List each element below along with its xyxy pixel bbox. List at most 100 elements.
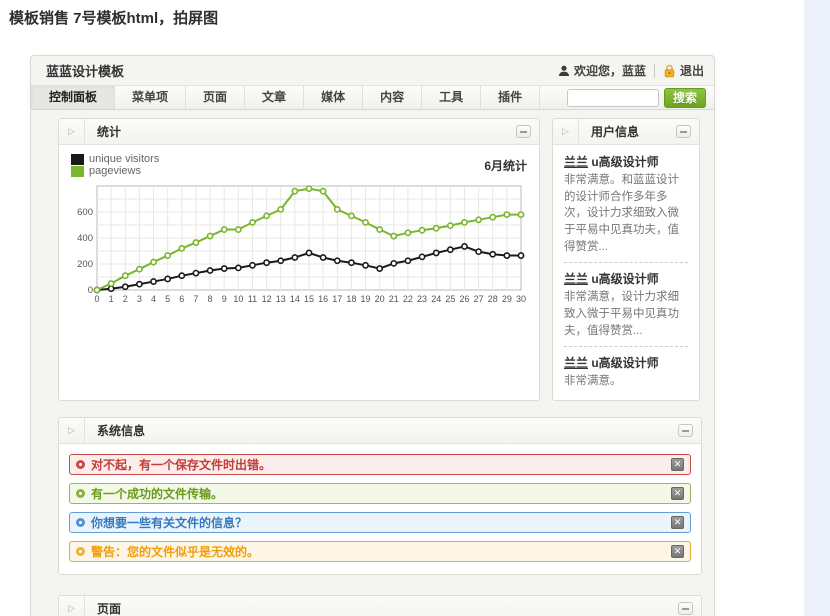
svg-text:16: 16	[318, 294, 328, 304]
svg-text:25: 25	[445, 294, 455, 304]
user-info-panel: ▷ 用户信息 兰兰 u高级设计师非常满意。和蓝蓝设计的设计师合作多年多次，设计力…	[552, 118, 700, 401]
welcome-text: 欢迎您，蓝蓝	[574, 62, 646, 79]
nav-tab-4[interactable]: 媒体	[304, 86, 363, 109]
review-name-line: 兰兰 u高级设计师	[564, 270, 688, 287]
alert-text: 警告：您的文件似乎是无效的。	[91, 543, 259, 560]
alert-status-icon	[76, 547, 85, 556]
visitors-line-chart: 0200400600012345678910111213141516171819…	[71, 182, 527, 311]
panel-toggle-arrow-icon[interactable]: ▷	[59, 119, 85, 144]
legend-swatch	[71, 166, 84, 177]
stats-panel-body: unique visitorspageviews 6月统计 0200400600…	[59, 145, 539, 319]
pages-panel-title: 页面	[85, 600, 121, 616]
close-icon[interactable]: ✕	[671, 545, 684, 558]
nav-tab-7[interactable]: 插件	[481, 86, 540, 109]
page-side-strip	[804, 0, 830, 616]
svg-text:30: 30	[516, 294, 526, 304]
legend-label: unique visitors	[89, 153, 159, 165]
svg-text:21: 21	[389, 294, 399, 304]
review-name-line: 兰兰 u高级设计师	[564, 354, 688, 371]
svg-text:24: 24	[431, 294, 441, 304]
svg-text:600: 600	[77, 207, 93, 218]
stats-panel-title: 统计	[85, 123, 121, 140]
header-divider	[654, 64, 655, 78]
legend-item: pageviews	[71, 165, 159, 177]
svg-text:20: 20	[375, 294, 385, 304]
svg-text:0: 0	[94, 294, 99, 304]
system-info-panel-header: ▷ 系统信息	[59, 418, 701, 444]
minimize-button[interactable]	[678, 602, 693, 615]
review-name-line: 兰兰 u高级设计师	[564, 153, 688, 170]
alert-warning: 警告：您的文件似乎是无效的。 ✕	[69, 541, 691, 562]
page-title: 模板销售 7号模板html，拍屏图	[9, 7, 218, 28]
close-icon[interactable]: ✕	[671, 487, 684, 500]
svg-text:14: 14	[290, 294, 300, 304]
close-icon[interactable]: ✕	[671, 458, 684, 471]
pages-panel: ▷ 页面 标题状态创建日期作者 最新iphone APP界面设计欣赏在线2013…	[58, 595, 702, 616]
chart-period-label: 6月统计	[484, 157, 527, 174]
minimize-button[interactable]	[678, 424, 693, 437]
panel-toggle-arrow-icon[interactable]: ▷	[59, 418, 85, 443]
svg-text:11: 11	[248, 294, 257, 304]
alert-error: 对不起，有一个保存文件时出错。 ✕	[69, 454, 691, 475]
nav-tabs: 控制面板菜单项页面文章媒体内容工具插件	[31, 86, 540, 109]
stats-panel-header: ▷ 统计	[59, 119, 539, 145]
nav-tab-2[interactable]: 页面	[186, 86, 245, 109]
nav-tab-5[interactable]: 内容	[363, 86, 422, 109]
nav-tab-0[interactable]: 控制面板	[32, 86, 115, 109]
review-author-link[interactable]: 兰兰	[564, 356, 588, 370]
welcome-link[interactable]: 欢迎您，蓝蓝	[558, 62, 646, 79]
search-input[interactable]	[567, 89, 659, 107]
user-review: 兰兰 u高级设计师非常满意，设计力求细致入微于平易中见真功夫，值得赞赏...	[564, 262, 688, 339]
minimize-button[interactable]	[516, 125, 531, 138]
alert-info: 你想要一些有关文件的信息？ ✕	[69, 512, 691, 533]
system-info-panel: ▷ 系统信息 对不起，有一个保存文件时出错。✕有一个成功的文件传输。✕你想要一些…	[58, 417, 702, 575]
logout-text: 退出	[680, 62, 704, 79]
svg-text:8: 8	[208, 294, 213, 304]
admin-template-window: 蓝蓝设计模板 欢迎您，蓝蓝 退出 控制面板菜单项页面文章媒体内容工具插件 搜索 …	[30, 55, 715, 616]
svg-text:1: 1	[109, 294, 114, 304]
person-icon	[558, 65, 570, 77]
close-icon[interactable]: ✕	[671, 516, 684, 529]
minimize-button[interactable]	[676, 125, 691, 138]
svg-text:2: 2	[123, 294, 128, 304]
alert-status-icon	[76, 489, 85, 498]
svg-text:22: 22	[403, 294, 413, 304]
svg-text:10: 10	[233, 294, 243, 304]
alert-success: 有一个成功的文件传输。 ✕	[69, 483, 691, 504]
svg-text:200: 200	[77, 259, 93, 270]
search-button[interactable]: 搜索	[664, 88, 706, 108]
panel-toggle-arrow-icon[interactable]: ▷	[59, 596, 85, 616]
pages-panel-header: ▷ 页面	[59, 596, 701, 616]
alert-text: 有一个成功的文件传输。	[91, 485, 223, 502]
alert-text: 对不起，有一个保存文件时出错。	[91, 456, 271, 473]
svg-text:5: 5	[165, 294, 170, 304]
user-area: 欢迎您，蓝蓝 退出	[558, 62, 704, 79]
logout-link[interactable]: 退出	[663, 62, 704, 79]
nav-tab-3[interactable]: 文章	[245, 86, 304, 109]
card-header: 蓝蓝设计模板 欢迎您，蓝蓝 退出	[31, 56, 714, 85]
review-author-role: u高级设计师	[588, 356, 659, 370]
svg-text:13: 13	[276, 294, 286, 304]
nav-tab-1[interactable]: 菜单项	[115, 86, 186, 109]
panel-toggle-arrow-icon[interactable]: ▷	[553, 119, 579, 144]
svg-text:15: 15	[304, 294, 314, 304]
review-text: 非常满意，设计力求细致入微于平易中见真功夫，值得赞赏...	[564, 289, 688, 339]
review-author-link[interactable]: 兰兰	[564, 155, 588, 169]
review-text: 非常满意。和蓝蓝设计的设计师合作多年多次，设计力求细致入微于平易中见真功夫，值得…	[564, 172, 688, 255]
user-reviews-list: 兰兰 u高级设计师非常满意。和蓝蓝设计的设计师合作多年多次，设计力求细致入微于平…	[553, 145, 699, 400]
nav-tab-6[interactable]: 工具	[422, 86, 481, 109]
legend-item: unique visitors	[71, 153, 159, 165]
alert-text: 你想要一些有关文件的信息？	[91, 514, 247, 531]
chart-legend: unique visitorspageviews 6月统计	[71, 153, 527, 177]
app-logo: 蓝蓝设计模板	[46, 61, 124, 80]
svg-text:19: 19	[361, 294, 371, 304]
svg-text:28: 28	[488, 294, 498, 304]
legend-swatch	[71, 154, 84, 165]
review-author-link[interactable]: 兰兰	[564, 272, 588, 286]
svg-text:26: 26	[459, 294, 469, 304]
svg-text:3: 3	[137, 294, 142, 304]
main-navigation: 控制面板菜单项页面文章媒体内容工具插件 搜索	[31, 85, 714, 110]
review-text: 非常满意。	[564, 373, 688, 390]
system-info-panel-title: 系统信息	[85, 422, 145, 439]
chart-svg: 0200400600012345678910111213141516171819…	[71, 182, 527, 306]
